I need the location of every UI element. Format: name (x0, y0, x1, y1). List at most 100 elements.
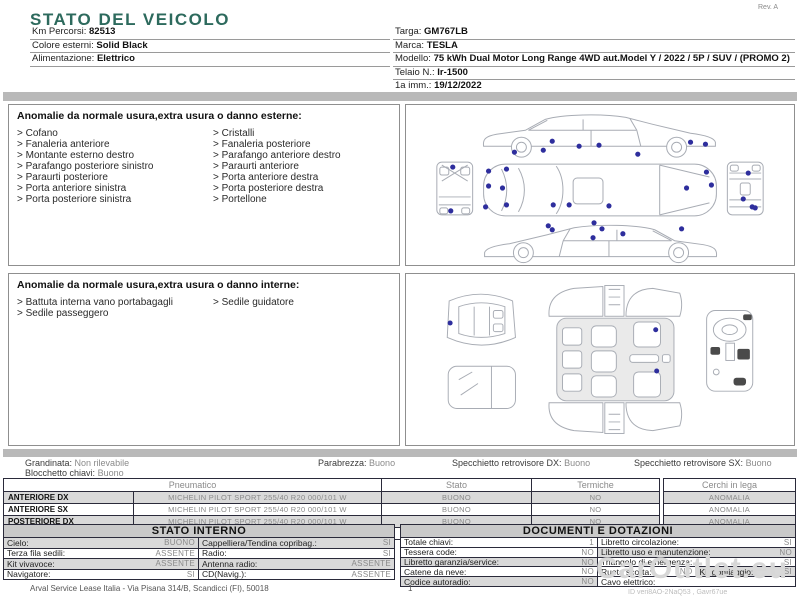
table-row: Terza fila sedili: ASSENTE Radio: SI (4, 548, 394, 559)
vehicle-info-right: Targa: GM767LB Marca: TESLA Modello: 75 … (393, 26, 795, 94)
cell-tessera-code: Tessera code: NO (401, 547, 598, 557)
info-row-colore: Colore esterni: Solid Black (30, 40, 390, 53)
cerchi-row: ANOMALIA (663, 491, 796, 504)
cerchi-row: ANOMALIA (663, 503, 796, 516)
col-header-termiche: Termiche (531, 478, 660, 492)
damage-marker (683, 185, 690, 191)
damage-marker (745, 170, 751, 176)
damage-marker (499, 185, 506, 191)
car-top-view (483, 163, 717, 217)
damage-marker (708, 182, 715, 188)
cell-codice-autoradio: Codice autoradio: NO (401, 577, 598, 587)
table-row: Cielo: BUONO Cappelliera/Tendina copribag… (4, 538, 394, 549)
anomaly-item: Paraurti anteriore (213, 161, 391, 172)
car-exterior-diagram-svg (436, 114, 764, 264)
interior-anomalies-col2: Sedile guidatore (213, 297, 391, 319)
damage-marker (576, 143, 582, 149)
dashboard-view (706, 310, 754, 392)
table-row: Navigatore: SI CD(Navig.): ASSENTE (4, 569, 394, 580)
cell-libretto-garanzia: Libretto garanzia/service: NO (401, 557, 598, 567)
cell-cd-navig: CD(Navig.): ASSENTE (202, 569, 391, 580)
table-row: Totale chiavi: 1 Libretto circolazione: SI (401, 537, 795, 548)
footer-page-number: 1 (408, 584, 413, 593)
exterior-anomalies-heading: Anomalie da normale usura,extra usura o … (17, 110, 302, 122)
interior-anomalies-panel: Anomalie da normale usura,extra usura o … (8, 273, 400, 446)
caroutlet-watermark: CarOutlet.eu (596, 552, 789, 585)
tyre-row: ANTERIORE DX MICHELIN PILOT SPORT 255/40 … (3, 491, 660, 504)
anomaly-item: Porta anteriore sinistra (17, 183, 213, 194)
interior-anomalies-heading: Anomalie da normale usura,extra usura o … (17, 279, 300, 291)
anomaly-item: Porta posteriore sinistra (17, 194, 213, 205)
damage-marker (485, 168, 492, 174)
footer-company: Arval Service Lease Italia - Via Pisana … (30, 584, 269, 593)
col-header-stato: Stato (381, 478, 532, 492)
anomaly-item: Fanaleria anteriore (17, 139, 213, 150)
damage-marker (550, 202, 556, 208)
table-row: Kit vivavoce: ASSENTE Antenna radio: ASSEN… (4, 559, 394, 570)
damage-marker (596, 142, 602, 148)
cell-libretto-circolazione: Libretto circolazione: SI (601, 537, 792, 548)
cell-catene-neve: Catene da neve: NO (401, 567, 598, 577)
documenti-title: DOCUMENTI E DOTAZIONI (401, 525, 795, 538)
cell-totale-chiavi: Totale chiavi: 1 (401, 537, 598, 547)
anomaly-item: Battuta interna vano portabagagli (17, 297, 213, 308)
cell-antenna-radio: Antenna radio: ASSENTE (199, 559, 394, 569)
damage-marker (540, 147, 546, 153)
cell-terza-fila: Terza fila sedili: ASSENTE (4, 548, 199, 558)
tyre-row: ANTERIORE SX MICHELIN PILOT SPORT 255/40 … (3, 503, 660, 516)
damage-marker (599, 226, 605, 232)
exterior-anomalies-col1: Cofano Fanaleria anteriore Montante este… (17, 128, 213, 205)
anomaly-item: Parafango anteriore destro (213, 150, 391, 161)
damage-marker (678, 226, 685, 232)
anomaly-item: Porta posteriore destra (213, 183, 391, 194)
anomaly-item: Cristalli (213, 128, 391, 139)
damage-marker (447, 320, 453, 326)
separator-band (3, 449, 797, 457)
info-row-km: Km Percorsi: 82513 (30, 26, 390, 40)
watermark-id-line: ID veri8AO-2NaQ53 , Gavr67ue (628, 589, 728, 596)
damage-marker (511, 149, 518, 155)
anomaly-item: Parafango posteriore sinistro (17, 161, 213, 172)
interior-diagram-panel (405, 273, 795, 446)
stato-interno-table: STATO INTERNO Cielo: BUONO Cappelliera/Te… (3, 524, 395, 580)
cell-radio: Radio: SI (202, 548, 391, 559)
damage-marker (620, 231, 626, 237)
tyre-table-header: Pneumatico Stato Termiche (3, 478, 660, 492)
damage-marker (687, 139, 694, 145)
damage-marker (702, 141, 709, 147)
damage-marker (448, 208, 454, 214)
stato-interno-title: STATO INTERNO (4, 525, 394, 538)
damage-marker (450, 164, 456, 170)
anomaly-item: Fanaleria posteriore (213, 139, 391, 150)
condition-parabrezza: Parabrezza: Buono (318, 458, 396, 468)
damage-marker (503, 166, 510, 172)
damage-marker (740, 196, 746, 202)
exterior-anomalies-col2: Cristalli Fanaleria posteriore Parafango… (213, 128, 391, 205)
damage-marker (549, 138, 555, 144)
car-front-view (436, 161, 474, 216)
interior-anomalies-col1: Battuta interna vano portabagagli Sedile… (17, 297, 213, 319)
car-side-view-top (482, 114, 716, 158)
condition-grandinata: Grandinata: Non rilevabile (25, 458, 130, 468)
anomaly-item: Portellone (213, 194, 391, 205)
damage-marker (654, 368, 660, 374)
anomaly-item: Paraurti posteriore (17, 172, 213, 183)
damage-marker (503, 202, 510, 208)
anomaly-item: Sedile passeggero (17, 308, 213, 319)
cell-cielo: Cielo: BUONO (4, 538, 199, 548)
info-row-targa: Targa: GM767LB (393, 26, 795, 40)
cell-cappelliera: Cappelliera/Tendina copribag.: SI (199, 538, 394, 548)
damage-marker (703, 169, 710, 175)
info-row-telaio: Telaio N.: Ir-1500 (393, 67, 795, 80)
exterior-anomalies-panel: Anomalie da normale usura,extra usura o … (8, 104, 400, 266)
condition-specchietto-sx: Specchietto retrovisore SX: Buono (634, 458, 772, 468)
damage-marker (545, 223, 551, 229)
damage-marker (483, 204, 489, 210)
separator-band (3, 92, 797, 101)
condition-specchietto-dx: Specchietto retrovisore DX: Buono (452, 458, 591, 468)
info-row-modello: Modello: 75 kWh Dual Motor Long Range 4W… (393, 53, 795, 67)
damage-marker (591, 220, 597, 226)
revision-label: Rev. A (758, 4, 779, 11)
car-interior-diagram-svg (446, 285, 754, 434)
damage-marker (606, 203, 612, 209)
